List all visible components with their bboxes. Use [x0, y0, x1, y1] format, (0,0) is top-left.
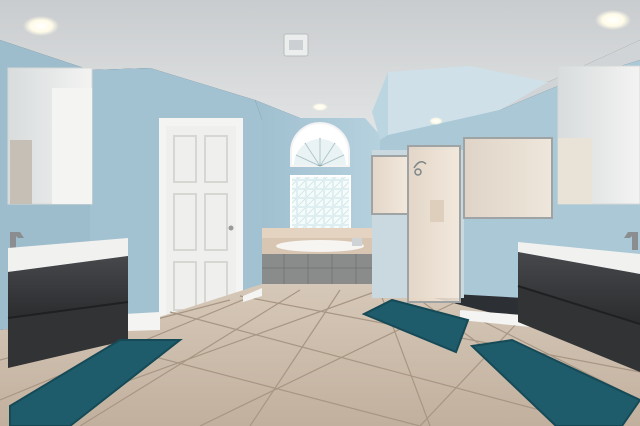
- recessed-light-icon: [312, 103, 328, 111]
- soaking-tub-icon: [262, 228, 380, 284]
- recessed-light-icon: [595, 10, 631, 30]
- recessed-light-icon: [429, 117, 443, 125]
- vanity-mirror-right: [557, 65, 640, 205]
- recessed-light-icon: [23, 16, 59, 36]
- ceiling-vent-icon: [283, 33, 309, 57]
- glass-block-window-icon: [290, 175, 351, 235]
- bathroom-scene: [0, 0, 640, 426]
- vanity-mirror-icon: [7, 67, 93, 205]
- bathroom-photo: [0, 0, 640, 426]
